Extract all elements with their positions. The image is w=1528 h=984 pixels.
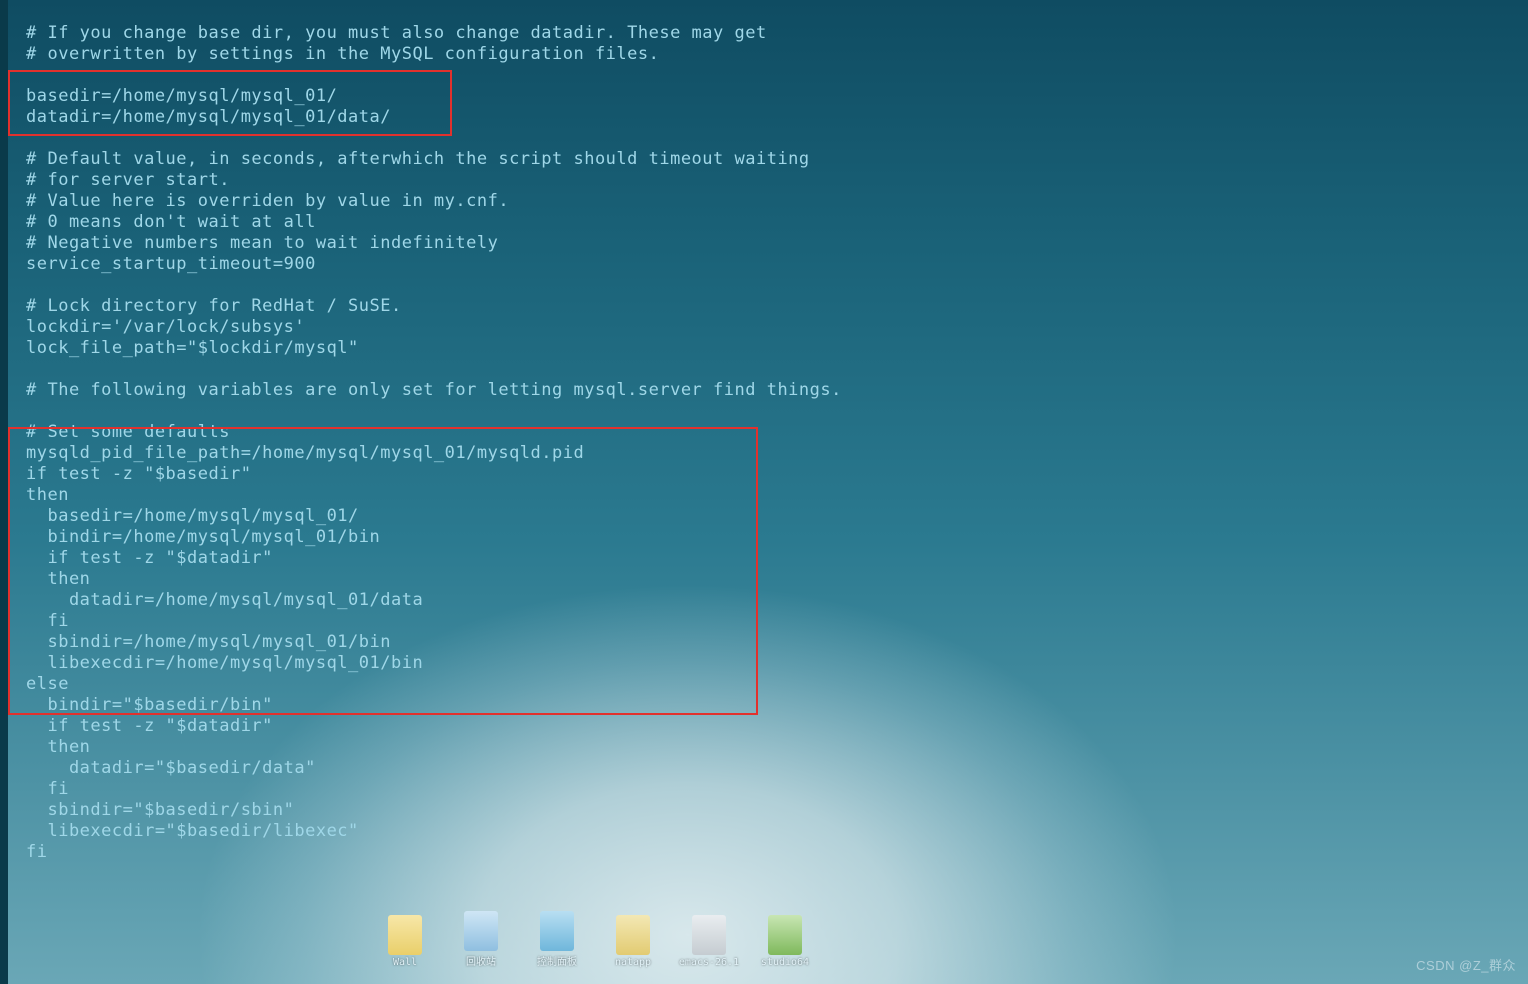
desktop-icon-emacs[interactable]: emacs-26.1: [684, 915, 734, 968]
code-line: datadir=/home/mysql/mysql_01/data: [10, 590, 1510, 611]
code-line: basedir=/home/mysql/mysql_01/: [10, 86, 1510, 107]
code-line: # for server start.: [10, 170, 1510, 191]
terminal-editor-content[interactable]: # If you change base dir, you must also …: [10, 0, 1510, 863]
code-line: mysqld_pid_file_path=/home/mysql/mysql_0…: [10, 443, 1510, 464]
code-line: then: [10, 485, 1510, 506]
desktop-icon-natapp[interactable]: natapp: [608, 915, 658, 968]
desktop-background: # If you change base dir, you must also …: [0, 0, 1528, 984]
code-line: fi: [10, 611, 1510, 632]
icon-label: 控制面板: [537, 953, 577, 968]
app-icon: [616, 915, 650, 955]
code-line: sbindir=/home/mysql/mysql_01/bin: [10, 632, 1510, 653]
code-line: # If you change base dir, you must also …: [10, 23, 1510, 44]
code-line: [10, 128, 1510, 149]
code-line: lockdir='/var/lock/subsys': [10, 317, 1510, 338]
code-line: if test -z "$basedir": [10, 464, 1510, 485]
code-line: if test -z "$datadir": [10, 716, 1510, 737]
code-line: # Value here is overriden by value in my…: [10, 191, 1510, 212]
code-line: libexecdir="$basedir/libexec": [10, 821, 1510, 842]
window-left-edge: [0, 0, 8, 984]
desktop-icon-wall[interactable]: Wall: [380, 915, 430, 968]
android-studio-icon: [768, 915, 802, 955]
desktop-icon-studio64[interactable]: studio64: [760, 915, 810, 968]
code-line: datadir="$basedir/data": [10, 758, 1510, 779]
watermark-text: CSDN @Z_群众: [1416, 955, 1516, 974]
code-line: libexecdir=/home/mysql/mysql_01/bin: [10, 653, 1510, 674]
emacs-icon: [692, 915, 726, 955]
desktop-icon-row: Wall 回收站 控制面板 natapp emacs-26.1 studio64: [380, 911, 810, 968]
code-line: if test -z "$datadir": [10, 548, 1510, 569]
code-line: datadir=/home/mysql/mysql_01/data/: [10, 107, 1510, 128]
code-line: [10, 359, 1510, 380]
icon-label: studio64: [761, 957, 809, 968]
code-line: # Set some defaults: [10, 422, 1510, 443]
code-line: [10, 401, 1510, 422]
code-line: [10, 275, 1510, 296]
icon-label: 回收站: [466, 953, 496, 968]
code-line: else: [10, 674, 1510, 695]
code-line: # 0 means don't wait at all: [10, 212, 1510, 233]
trash-icon: [464, 911, 498, 951]
code-line: lock_file_path="$lockdir/mysql": [10, 338, 1510, 359]
desktop-icon-control-panel[interactable]: 控制面板: [532, 911, 582, 968]
code-line: [10, 2, 1510, 23]
code-line: service_startup_timeout=900: [10, 254, 1510, 275]
icon-label: emacs-26.1: [679, 957, 739, 968]
code-line: # Negative numbers mean to wait indefini…: [10, 233, 1510, 254]
code-line: bindir="$basedir/bin": [10, 695, 1510, 716]
code-line: sbindir="$basedir/sbin": [10, 800, 1510, 821]
code-line: then: [10, 737, 1510, 758]
code-line: fi: [10, 779, 1510, 800]
icon-label: Wall: [393, 957, 417, 968]
code-line: fi: [10, 842, 1510, 863]
code-line: basedir=/home/mysql/mysql_01/: [10, 506, 1510, 527]
code-line: # overwritten by settings in the MySQL c…: [10, 44, 1510, 65]
code-line: bindir=/home/mysql/mysql_01/bin: [10, 527, 1510, 548]
desktop-icon-recycle-bin[interactable]: 回收站: [456, 911, 506, 968]
code-line: [10, 65, 1510, 86]
code-line: # The following variables are only set f…: [10, 380, 1510, 401]
code-line: # Default value, in seconds, afterwhich …: [10, 149, 1510, 170]
icon-label: natapp: [615, 957, 651, 968]
code-line: # Lock directory for RedHat / SuSE.: [10, 296, 1510, 317]
code-line: then: [10, 569, 1510, 590]
control-panel-icon: [540, 911, 574, 951]
folder-icon: [388, 915, 422, 955]
